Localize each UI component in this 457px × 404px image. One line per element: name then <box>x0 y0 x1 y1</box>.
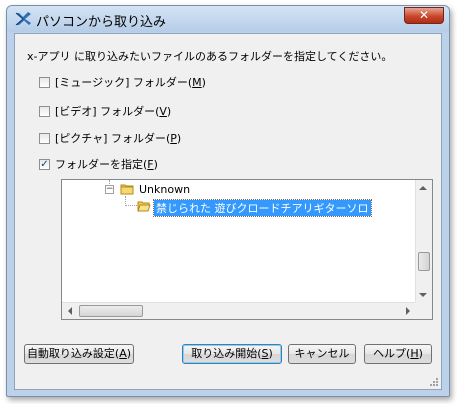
start-import-button[interactable]: 取り込み開始(S) <box>182 344 282 364</box>
scroll-down-arrow-icon[interactable] <box>419 293 427 297</box>
dialog-client-area: x-アプリ に取り込みたいファイルのあるフォルダーを指定してください。 [ミュー… <box>14 33 442 390</box>
tree-collapse-icon[interactable]: − <box>105 185 114 194</box>
auto-import-settings-button[interactable]: 自動取り込み設定(A) <box>24 344 134 364</box>
folder-icon <box>120 184 134 195</box>
x-app-logo-icon <box>15 12 31 26</box>
horizontal-scroll-thumb[interactable] <box>79 305 143 317</box>
title-bar[interactable]: パソコンから取り込み ✕ <box>7 6 449 32</box>
tree-node-unknown[interactable]: Unknown <box>139 183 190 196</box>
scrollbar-corner <box>415 302 432 319</box>
instruction-text: x-アプリ に取り込みたいファイルのあるフォルダーを指定してください。 <box>27 50 393 63</box>
video-folder-label: [ビデオ] フォルダー(V) <box>55 105 172 118</box>
checkmark-icon: ✓ <box>40 158 49 170</box>
picture-folder-label: [ピクチャ] フォルダー(P) <box>55 132 182 145</box>
close-button[interactable]: ✕ <box>404 7 444 24</box>
scroll-right-arrow-icon[interactable] <box>406 307 410 315</box>
vertical-scroll-thumb[interactable] <box>418 252 430 271</box>
window-title: パソコンから取り込み <box>36 15 167 30</box>
scroll-up-arrow-icon[interactable] <box>419 186 427 190</box>
specify-folder-label: フォルダーを指定(F) <box>55 158 158 171</box>
folder-open-icon <box>137 201 151 212</box>
scroll-left-arrow-icon[interactable] <box>68 307 72 315</box>
specify-folder-checkbox[interactable]: ✓ <box>39 158 50 170</box>
video-folder-checkbox[interactable] <box>39 105 50 117</box>
picture-folder-checkbox[interactable] <box>39 132 50 144</box>
music-folder-option[interactable]: [ミュージック] フォルダー(M) <box>39 74 206 90</box>
folder-tree-view[interactable]: − Unknown 禁じられた 遊びクロードチアリギターソロ <box>61 179 433 320</box>
picture-folder-option[interactable]: [ピクチャ] フォルダー(P) <box>39 130 181 146</box>
help-button[interactable]: ヘルプ(H) <box>364 344 432 364</box>
specify-folder-option[interactable]: ✓ フォルダーを指定(F) <box>39 156 158 172</box>
tree-connector-line <box>125 196 137 206</box>
video-folder-option[interactable]: [ビデオ] フォルダー(V) <box>39 103 171 119</box>
import-dialog-window: パソコンから取り込み ✕ x-アプリ に取り込みたいファイルのあるフォルダーを指… <box>6 5 450 397</box>
resize-grip-icon[interactable] <box>429 377 439 387</box>
tree-node-selected[interactable]: 禁じられた 遊びクロードチアリギターソロ <box>153 199 372 217</box>
cancel-button[interactable]: キャンセル <box>288 344 356 364</box>
vertical-scrollbar[interactable] <box>415 180 432 303</box>
close-icon: ✕ <box>418 8 430 22</box>
horizontal-scrollbar[interactable] <box>62 302 416 319</box>
music-folder-checkbox[interactable] <box>39 76 50 88</box>
music-folder-label: [ミュージック] フォルダー(M) <box>55 76 206 89</box>
